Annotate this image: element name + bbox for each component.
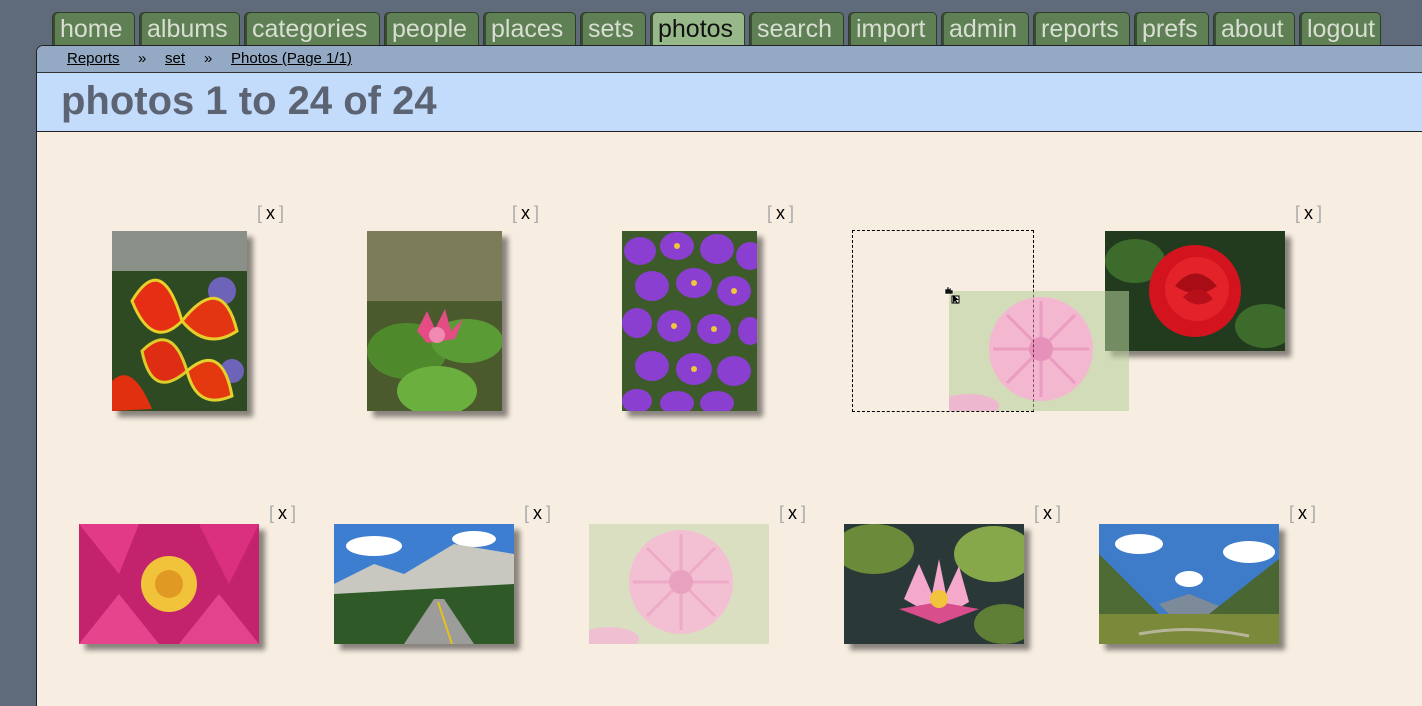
tab-import[interactable]: import <box>848 12 937 46</box>
photo-thumbnail[interactable] <box>1105 231 1285 351</box>
breadcrumb-set[interactable]: set <box>165 46 185 72</box>
title-bar: photos 1 to 24 of 24 <box>37 73 1422 132</box>
tab-places[interactable]: places <box>483 12 576 46</box>
photo-thumbnail[interactable] <box>367 231 502 411</box>
remove-photo-button[interactable]: [x] <box>1295 203 1322 224</box>
breadcrumb-separator: » <box>138 50 147 67</box>
breadcrumb-separator: » <box>204 50 213 67</box>
tab-logout[interactable]: logout <box>1299 12 1381 46</box>
photo-thumbnail[interactable] <box>334 524 514 644</box>
tab-prefs[interactable]: prefs <box>1134 12 1209 46</box>
photo-thumbnail[interactable] <box>622 231 757 411</box>
photo-thumbnail[interactable] <box>79 524 259 644</box>
remove-photo-button[interactable]: [x] <box>779 503 806 524</box>
remove-photo-button[interactable]: [x] <box>524 503 551 524</box>
breadcrumb: Reports » set » Photos (Page 1/1) <box>37 46 1422 73</box>
remove-photo-button[interactable]: [x] <box>767 203 794 224</box>
photo-thumbnail[interactable] <box>112 231 247 411</box>
photo-thumbnail[interactable] <box>589 524 769 644</box>
remove-photo-button[interactable]: [x] <box>1289 503 1316 524</box>
page-title: photos 1 to 24 of 24 <box>61 79 437 123</box>
breadcrumb-photos-page[interactable]: Photos (Page 1/1) <box>231 46 352 72</box>
remove-photo-button[interactable]: [x] <box>512 203 539 224</box>
photo-thumbnail[interactable] <box>1099 524 1279 644</box>
remove-photo-button[interactable]: [x] <box>257 203 284 224</box>
tab-sets[interactable]: sets <box>580 12 646 46</box>
tab-people[interactable]: people <box>384 12 479 46</box>
content-frame: Reports » set » Photos (Page 1/1) photos… <box>36 45 1422 706</box>
tab-photos[interactable]: photos <box>650 12 745 47</box>
tab-home[interactable]: home <box>52 12 135 46</box>
tab-about[interactable]: about <box>1213 12 1295 46</box>
tab-search[interactable]: search <box>749 12 844 46</box>
breadcrumb-reports[interactable]: Reports <box>67 46 120 72</box>
tab-reports[interactable]: reports <box>1033 12 1130 46</box>
remove-photo-button[interactable]: [x] <box>1034 503 1061 524</box>
tab-albums[interactable]: albums <box>139 12 240 46</box>
drag-cursor-icon <box>944 286 960 304</box>
tab-admin[interactable]: admin <box>941 12 1029 46</box>
remove-photo-button[interactable]: [x] <box>269 503 296 524</box>
tab-categories[interactable]: categories <box>244 12 380 46</box>
dragging-photo[interactable] <box>949 291 1129 411</box>
photo-thumbnail[interactable] <box>844 524 1024 644</box>
